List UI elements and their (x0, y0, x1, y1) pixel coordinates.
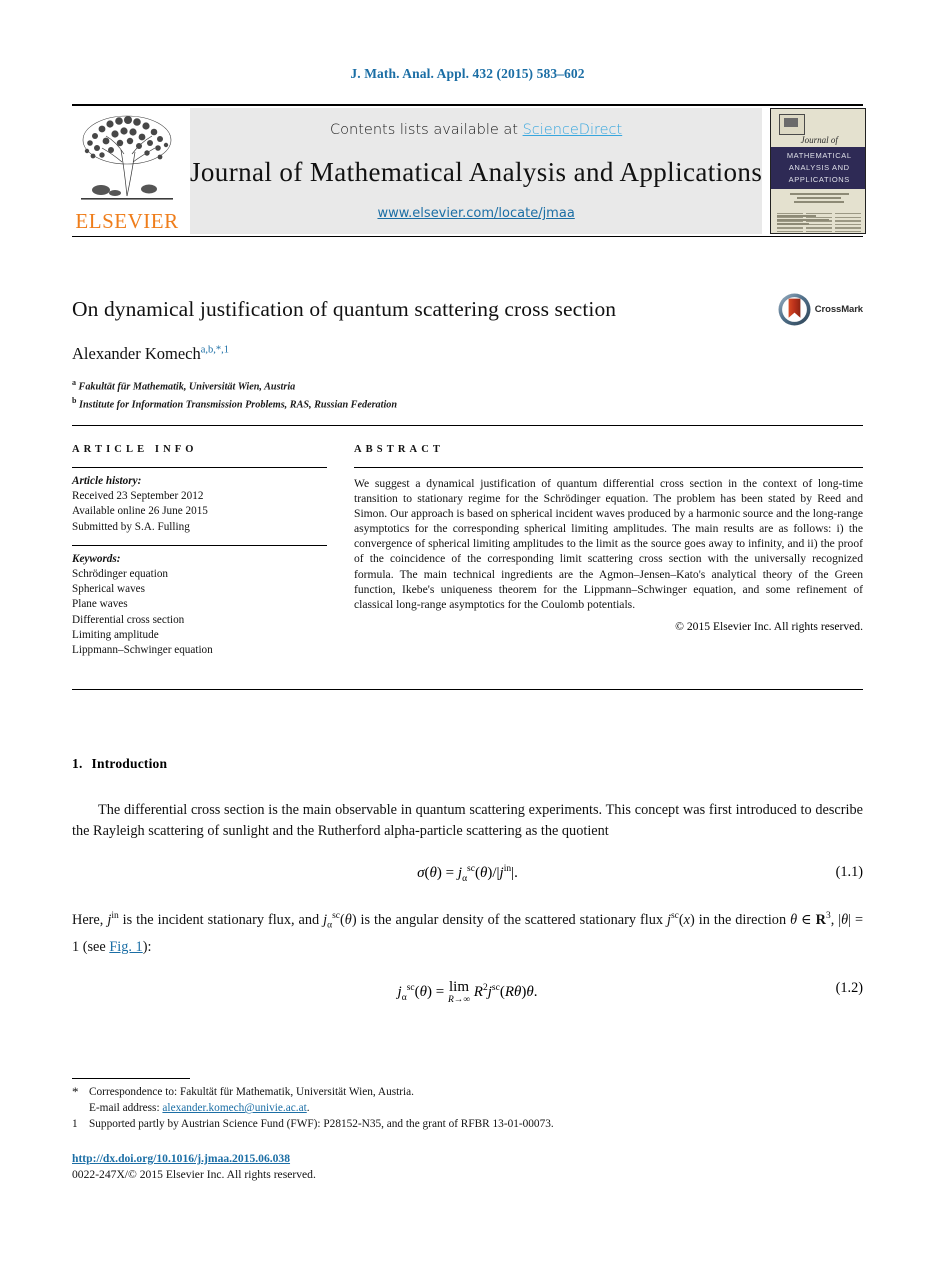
contents-prefix: Contents lists available at (330, 122, 523, 138)
cover-band-line-2: ANALYSIS AND (788, 163, 850, 172)
keyword-item: Lippmann–Schwinger equation (72, 644, 213, 657)
page-title: On dynamical justification of quantum sc… (72, 297, 617, 321)
equation-1-2-body: jαsc(θ) = lim R→∞ R2jsc(Rθ)θ. (397, 978, 538, 1005)
running-head: J. Math. Anal. Appl. 432 (2015) 583–602 (350, 66, 585, 81)
journal-homepage-link[interactable]: www.elsevier.com/locate/jmaa (377, 206, 574, 221)
abstract-bottom-rule (72, 689, 863, 690)
article-page: J. Math. Anal. Appl. 432 (2015) 583–602 (0, 0, 935, 1266)
article-info-heading: ARTICLE INFO (72, 444, 198, 455)
paragraph-intro-2: Here, jin is the incident stationary flu… (72, 911, 864, 955)
crossmark-badge[interactable]: CrossMark (778, 293, 863, 326)
equation-1-2-tag: (1.2) (835, 979, 863, 996)
para2-pre: Here, (72, 911, 108, 928)
author-name: Alexander Komech (72, 343, 201, 363)
equation-1-1-body: σ(θ) = jαsc(θ)/|jin|. (417, 864, 518, 884)
email-label: E-mail address: (89, 1102, 160, 1114)
affiliation-b: b Institute for Information Transmission… (72, 394, 863, 412)
masthead-bottom-rule (72, 236, 863, 237)
footnote-funding-text: Supported partly by Austrian Science Fun… (89, 1118, 554, 1130)
journal-cover-thumbnail: Journal of MATHEMATICAL ANALYSIS AND APP… (770, 108, 867, 234)
masthead-top-rule (72, 104, 863, 106)
equation-1-2: jαsc(θ) = lim R→∞ R2jsc(Rθ)θ. (1.2) (72, 978, 863, 1006)
equation-1-1-tag: (1.1) (835, 864, 863, 880)
article-history: Article history: Received 23 September 2… (72, 474, 327, 535)
author-list: Alexander Komecha,b,*,1 (72, 344, 863, 364)
history-received: Received 23 September 2012 (72, 490, 204, 503)
column-gap (327, 444, 354, 658)
section-number: 1. (72, 756, 83, 771)
affiliation-a-mark: a (72, 377, 76, 387)
sciencedirect-link[interactable]: ScienceDirect (523, 122, 623, 138)
article-info-column: ARTICLE INFO Article history: Received 2… (72, 444, 327, 658)
elsevier-logo: ELSEVIER (72, 108, 182, 234)
cover-band-line-3: APPLICATIONS (788, 175, 850, 184)
keyword-item: Differential cross section (72, 613, 185, 626)
masthead-center: Contents lists available at ScienceDirec… (190, 108, 763, 234)
article-info-rule (72, 467, 327, 468)
footnote-funding: 1 Supported partly by Austrian Science F… (72, 1116, 863, 1132)
section-title: Introduction (91, 756, 168, 771)
cover-title-band: MATHEMATICAL ANALYSIS AND APPLICATIONS (771, 147, 866, 189)
article-history-heading: Article history: (72, 475, 142, 487)
abstract-heading: ABSTRACT (354, 444, 444, 455)
cover-elsevier-mark-icon (779, 114, 806, 135)
footnote-mark-asterisk: * (72, 1084, 79, 1099)
para2-post: is the angular density of the scattered … (356, 911, 664, 928)
history-available-online: Available online 26 June 2015 (72, 505, 208, 518)
issn-copyright: 0022-247X/© 2015 Elsevier Inc. All right… (72, 1168, 316, 1181)
keyword-item: Schrödinger equation (72, 568, 169, 581)
cover-text-lines (777, 193, 861, 206)
cover-band-line-1: MATHEMATICAL (786, 151, 852, 160)
crossmark-label: CrossMark (814, 304, 863, 315)
doi-link[interactable]: http://dx.doi.org/10.1016/j.jmaa.2015.06… (72, 1152, 290, 1165)
affiliation-a-text: Fakultät für Mathematik, Universität Wie… (78, 381, 296, 393)
footnote-mark-1: 1 (72, 1118, 78, 1130)
keyword-item: Plane waves (72, 598, 128, 611)
footnote-correspondence-text: Correspondence to: Fakultät für Mathemat… (89, 1086, 414, 1098)
keyword-item: Spherical waves (72, 583, 146, 596)
keywords-rule (72, 544, 327, 546)
keywords-list: Keywords: Schrödinger equation Spherical… (72, 552, 327, 658)
abstract-column: ABSTRACT We suggest a dynamical justific… (354, 444, 863, 658)
history-submitted-by: Submitted by S.A. Fulling (72, 520, 190, 533)
journal-masthead: ELSEVIER Contents lists available at Sci… (72, 104, 867, 237)
footnotes: * Correspondence to: Fakultät für Mathem… (72, 1084, 863, 1132)
cover-footer-lines (777, 215, 861, 227)
footnote-separator (72, 1078, 190, 1079)
footnote-email-line: E-mail address: alexander.komech@univie.… (89, 1102, 310, 1114)
elsevier-tree-icon (81, 115, 173, 200)
affiliation-b-mark: b (72, 396, 77, 406)
info-abstract-area: ARTICLE INFO Article history: Received 2… (72, 444, 863, 658)
affiliation-a: a Fakultät für Mathematik, Universität W… (72, 376, 863, 394)
author-affiliation-marks[interactable]: a,b,*,1 (201, 344, 229, 355)
abstract-rule (354, 467, 863, 468)
equation-1-1: σ(θ) = jαsc(θ)/|jin|. (1.1) (72, 864, 863, 884)
abstract-text: We suggest a dynamical justification of … (354, 477, 863, 611)
body-content: 1. Introduction The differential cross se… (72, 756, 863, 1027)
figure-1-link[interactable]: Fig. 1 (109, 939, 142, 955)
para2-mid: is the incident stationary flux, and (118, 911, 324, 928)
contents-lists-line: Contents lists available at ScienceDirec… (330, 122, 622, 138)
title-block: On dynamical justification of quantum sc… (72, 293, 863, 413)
paragraph-intro-1: The differential cross section is the ma… (72, 802, 863, 839)
section-heading-introduction: 1. Introduction (72, 756, 863, 772)
footnote-correspondence: * Correspondence to: Fakultät für Mathem… (72, 1084, 863, 1100)
keyword-item: Limiting amplitude (72, 628, 159, 641)
info-top-rule (72, 425, 863, 426)
affiliations: a Fakultät für Mathematik, Universität W… (72, 376, 863, 413)
abstract-copyright: © 2015 Elsevier Inc. All rights reserved… (675, 619, 863, 633)
crossmark-icon (778, 293, 811, 326)
elsevier-wordmark: ELSEVIER (75, 209, 179, 233)
affiliation-b-text: Institute for Information Transmission P… (79, 399, 398, 411)
para2-line2-a: in the direction (694, 911, 791, 928)
cover-journal-of-label: Journal of (800, 135, 838, 145)
email-link[interactable]: alexander.komech@univie.ac.at (162, 1102, 306, 1114)
journal-title: Journal of Mathematical Analysis and App… (190, 156, 763, 187)
page-footer: http://dx.doi.org/10.1016/j.jmaa.2015.06… (72, 1151, 863, 1183)
keywords-heading: Keywords: (72, 552, 121, 565)
